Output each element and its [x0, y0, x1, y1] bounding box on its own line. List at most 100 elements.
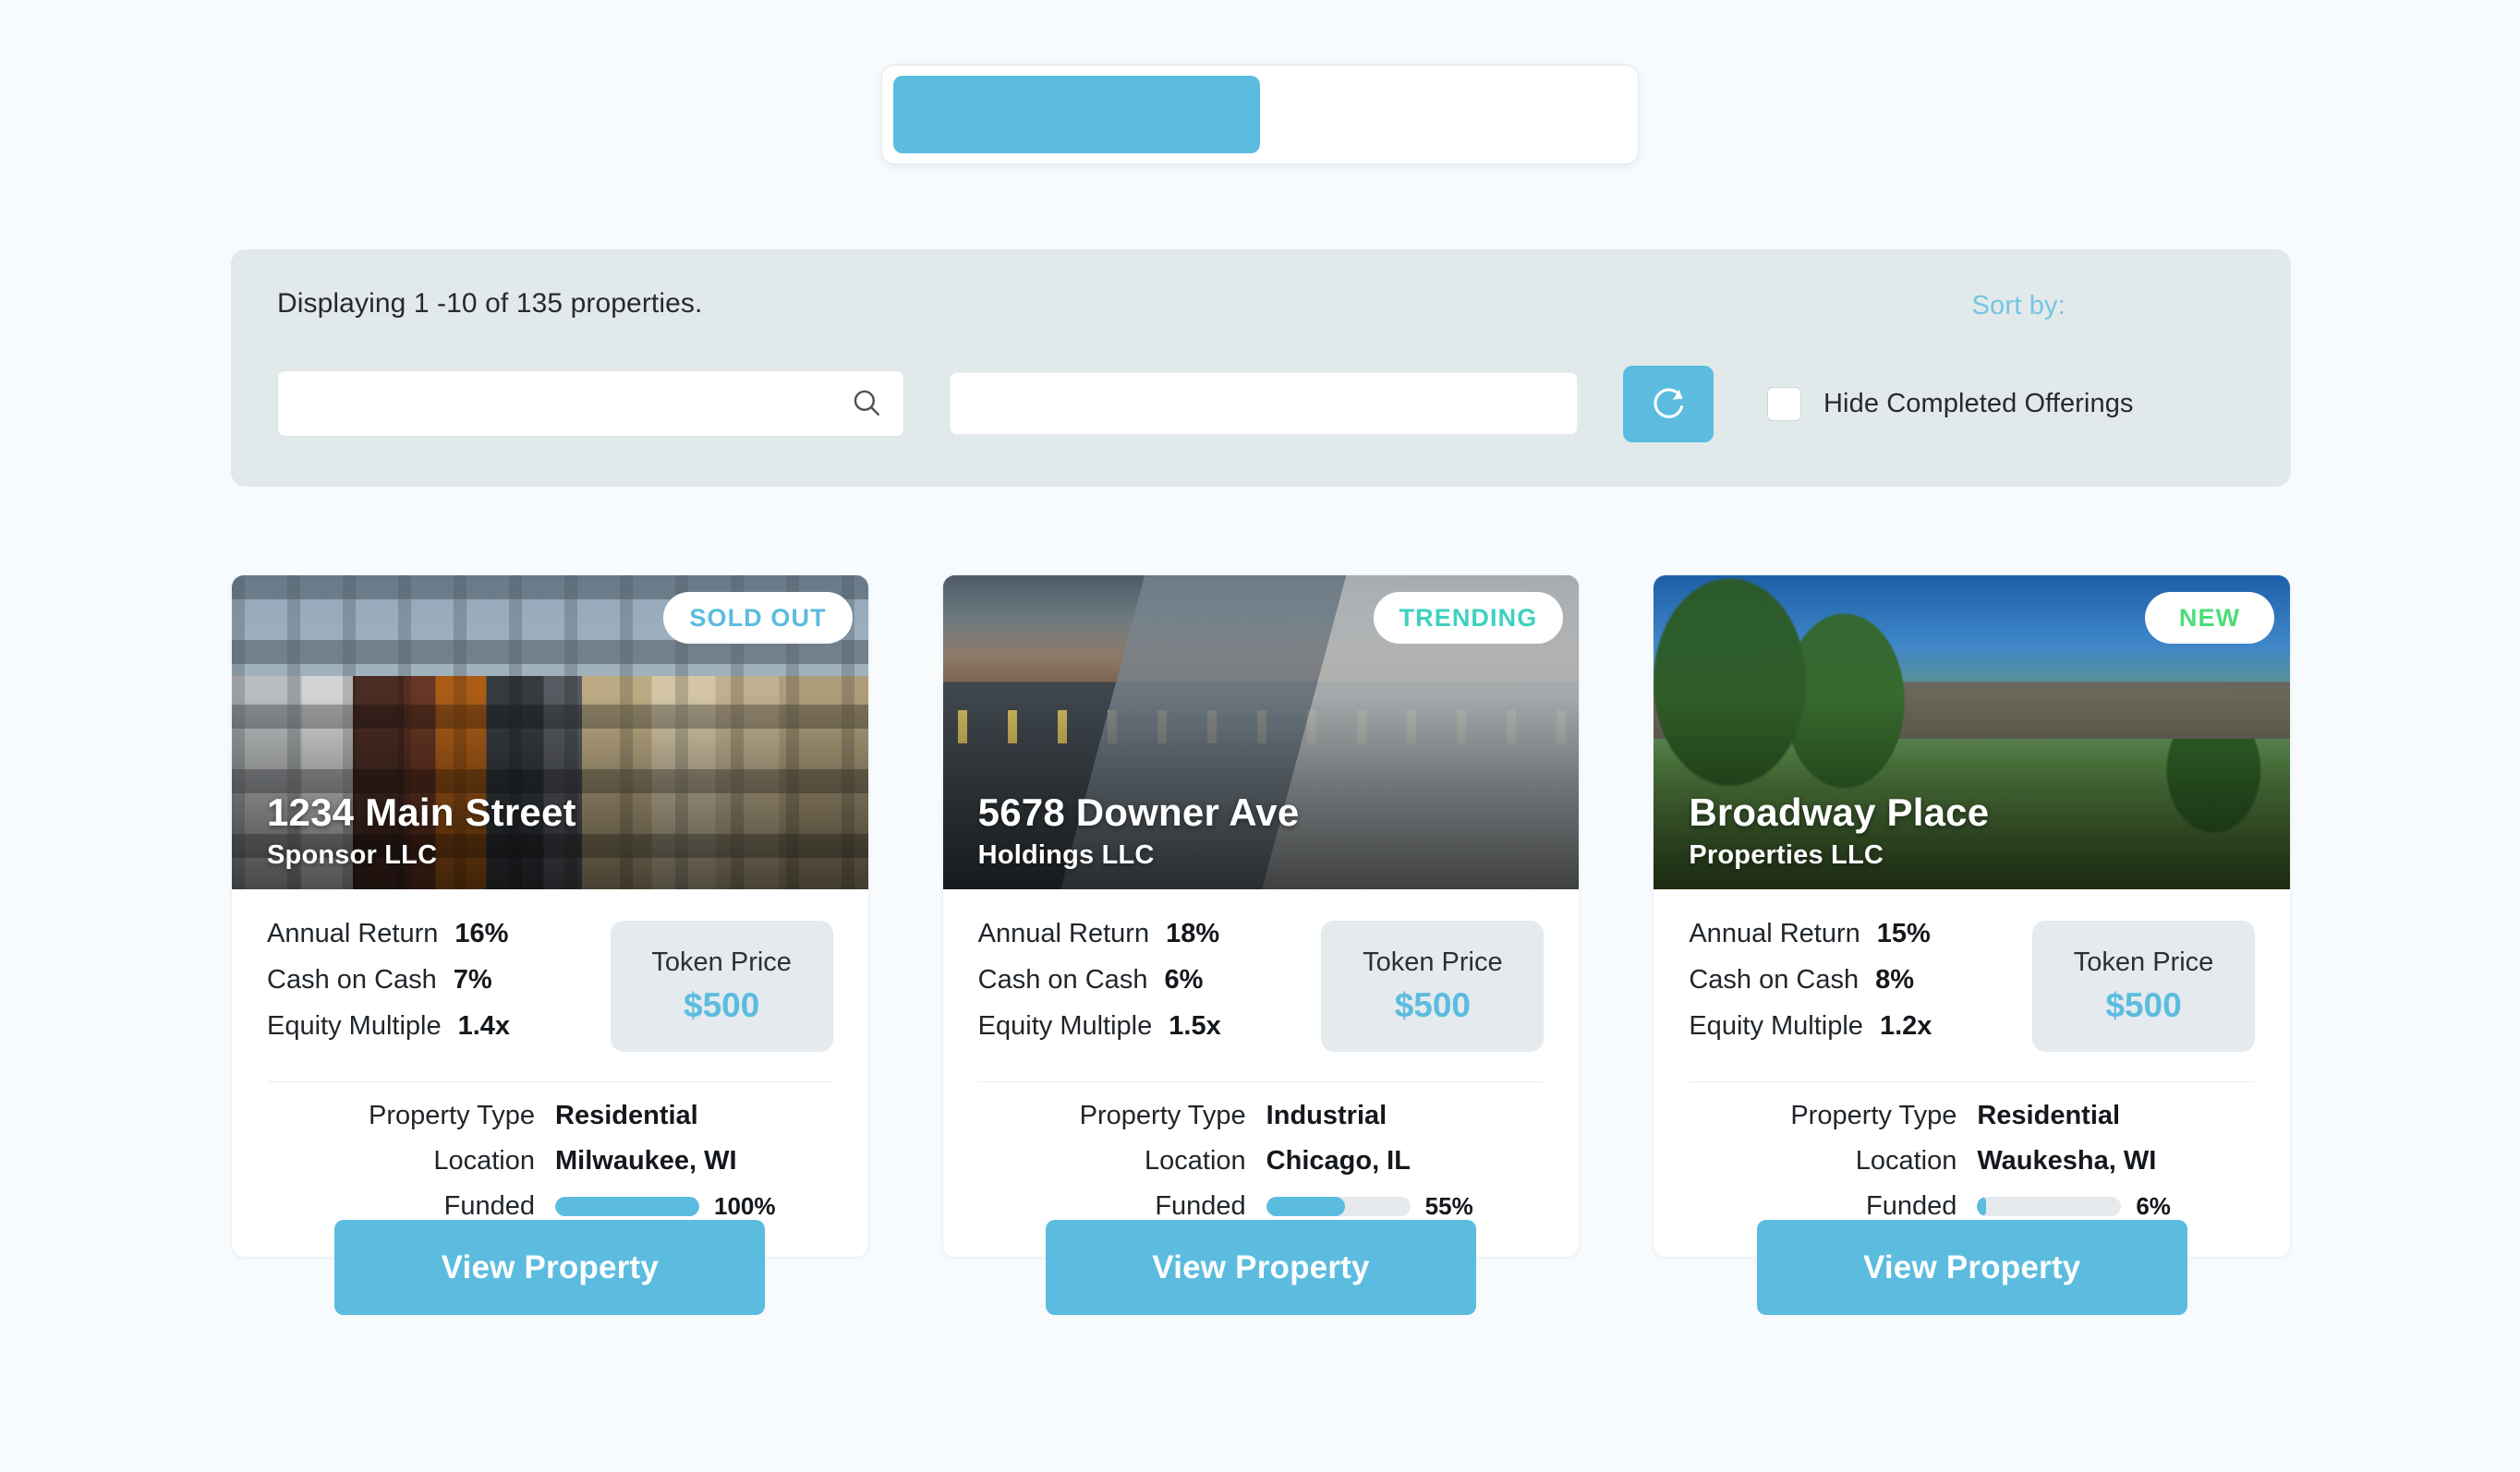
metrics-row: Annual Return 18% Cash on Cash 6% Equity… — [978, 915, 1545, 1057]
metric-label: Equity Multiple — [1689, 1011, 1863, 1041]
filter-panel: Displaying 1 -10 of 135 properties. Sort… — [231, 249, 2291, 487]
funded-label: Funded — [443, 1191, 535, 1221]
token-price-value: $500 — [2105, 986, 2182, 1024]
property-title: Broadway Place — [1689, 790, 1990, 834]
funded-percent: 6% — [2136, 1192, 2171, 1220]
property-title: 1234 Main Street — [267, 790, 576, 834]
metric-label: Annual Return — [267, 919, 439, 948]
property-card[interactable]: NEW Broadway Place Properties LLC Annual… — [1653, 574, 2292, 1315]
view-button-wrap: View Property — [943, 1220, 1580, 1315]
detail-row: Property Type Residential — [267, 1101, 833, 1131]
results-count-text: Displaying 1 -10 of 135 properties. — [277, 288, 703, 319]
metrics-list: Annual Return 16% Cash on Cash 7% Equity… — [267, 915, 611, 1057]
metric-row: Cash on Cash 7% — [267, 965, 611, 995]
detail-value: Industrial — [1266, 1101, 1387, 1130]
token-price-value: $500 — [1394, 986, 1471, 1024]
detail-value: Chicago, IL — [1266, 1146, 1411, 1176]
filter-controls-row: Hide Completed Offerings — [277, 365, 2254, 442]
funded-label: Funded — [1865, 1191, 1957, 1221]
metric-label: Equity Multiple — [977, 1011, 1153, 1041]
funded-progress: 55% — [1266, 1192, 1473, 1221]
token-price-label: Token Price — [2073, 947, 2214, 977]
card-body: Annual Return 15% Cash on Cash 8% Equity… — [1654, 889, 2290, 1222]
metric-value: 8% — [1875, 965, 1915, 995]
metrics-row: Annual Return 15% Cash on Cash 8% Equity… — [1689, 915, 2256, 1057]
funded-percent: 100% — [714, 1192, 776, 1220]
funded-row: Funded 6% — [1689, 1191, 2255, 1222]
card-media: NEW Broadway Place Properties LLC — [1654, 575, 2291, 889]
token-price-label: Token Price — [1363, 947, 1503, 977]
token-price-label: Token Price — [651, 947, 792, 977]
metric-row: Cash on Cash 8% — [1689, 965, 2032, 995]
property-card[interactable]: TRENDING 5678 Downer Ave Holdings LLC An… — [941, 574, 1581, 1315]
view-button-wrap: View Property — [1654, 1220, 2290, 1315]
detail-row: Location Milwaukee, WI — [267, 1146, 833, 1176]
metric-row: Equity Multiple 1.2x — [1689, 1011, 2032, 1042]
progress-fill — [1977, 1197, 1986, 1216]
detail-row: Location Waukesha, WI — [1689, 1146, 2255, 1176]
metric-label: Cash on Cash — [977, 965, 1148, 995]
detail-value: Waukesha, WI — [1977, 1146, 2157, 1176]
progress-fill — [555, 1197, 699, 1216]
token-price-box: Token Price $500 — [1321, 921, 1545, 1052]
top-tab-bar — [0, 0, 2520, 164]
property-sponsor: Holdings LLC — [977, 840, 1155, 870]
detail-label: Property Type — [368, 1101, 535, 1130]
refresh-button[interactable] — [1623, 365, 1714, 442]
detail-label: Location — [1855, 1146, 1957, 1176]
detail-row: Property Type Residential — [1689, 1101, 2255, 1131]
search-button[interactable] — [846, 383, 887, 424]
detail-value: Milwaukee, WI — [555, 1146, 737, 1176]
metric-row: Annual Return 15% — [1689, 919, 2032, 949]
token-price-box: Token Price $500 — [2032, 921, 2256, 1052]
metric-label: Cash on Cash — [1689, 965, 1860, 995]
view-property-button[interactable]: View Property — [1046, 1220, 1476, 1315]
metric-value: 6% — [1164, 965, 1204, 995]
card-divider — [1689, 1081, 2256, 1082]
card-media: SOLD OUT 1234 Main Street Sponsor LLC — [232, 575, 868, 889]
metric-label: Cash on Cash — [267, 965, 437, 995]
metric-row: Equity Multiple 1.4x — [267, 1011, 611, 1042]
view-property-button[interactable]: View Property — [1756, 1220, 2187, 1315]
card-title-block: 5678 Downer Ave Holdings LLC — [977, 790, 1300, 871]
status-badge: SOLD OUT — [663, 592, 853, 644]
hide-completed-offerings-control[interactable]: Hide Completed Offerings — [1767, 386, 2134, 421]
search-input[interactable] — [278, 371, 903, 436]
metrics-list: Annual Return 15% Cash on Cash 8% Equity… — [1689, 915, 2032, 1057]
detail-label: Property Type — [1079, 1101, 1246, 1130]
detail-label: Location — [433, 1146, 535, 1176]
detail-value: Residential — [1977, 1101, 2121, 1130]
property-sponsor: Sponsor LLC — [267, 840, 438, 870]
card-title-block: Broadway Place Properties LLC — [1689, 790, 1990, 871]
progress-track — [1266, 1197, 1411, 1216]
progress-track — [1977, 1197, 2122, 1216]
funded-row: Funded 55% — [978, 1191, 1545, 1222]
metric-value: 18% — [1166, 919, 1220, 948]
metric-row: Annual Return 18% — [978, 919, 1322, 949]
funded-percent: 55% — [1424, 1192, 1473, 1220]
property-card[interactable]: SOLD OUT 1234 Main Street Sponsor LLC An… — [231, 574, 869, 1315]
metric-row: Cash on Cash 6% — [978, 965, 1322, 995]
status-badge: TRENDING — [1373, 592, 1564, 644]
token-price-box: Token Price $500 — [610, 921, 833, 1052]
metric-value: 1.5x — [1169, 1011, 1221, 1041]
sort-select[interactable] — [950, 372, 1578, 435]
detail-label: Property Type — [1790, 1101, 1957, 1130]
progress-track — [555, 1197, 699, 1216]
card-divider — [977, 1081, 1545, 1082]
metric-value: 1.2x — [1879, 1011, 1932, 1041]
metric-label: Annual Return — [1689, 919, 1860, 948]
tab-group — [881, 65, 1639, 164]
property-sponsor: Properties LLC — [1689, 840, 1884, 870]
view-property-button[interactable]: View Property — [334, 1220, 766, 1315]
view-button-wrap: View Property — [232, 1220, 868, 1315]
metric-value: 1.4x — [457, 1011, 511, 1041]
token-price-value: $500 — [684, 986, 760, 1024]
metric-label: Annual Return — [977, 919, 1150, 948]
hide-completed-checkbox[interactable] — [1767, 386, 1801, 421]
tab-primary[interactable] — [893, 76, 1260, 153]
detail-value: Residential — [555, 1101, 698, 1130]
search-icon — [851, 387, 882, 421]
detail-row: Location Chicago, IL — [978, 1146, 1545, 1176]
tab-secondary[interactable] — [1260, 76, 1627, 153]
